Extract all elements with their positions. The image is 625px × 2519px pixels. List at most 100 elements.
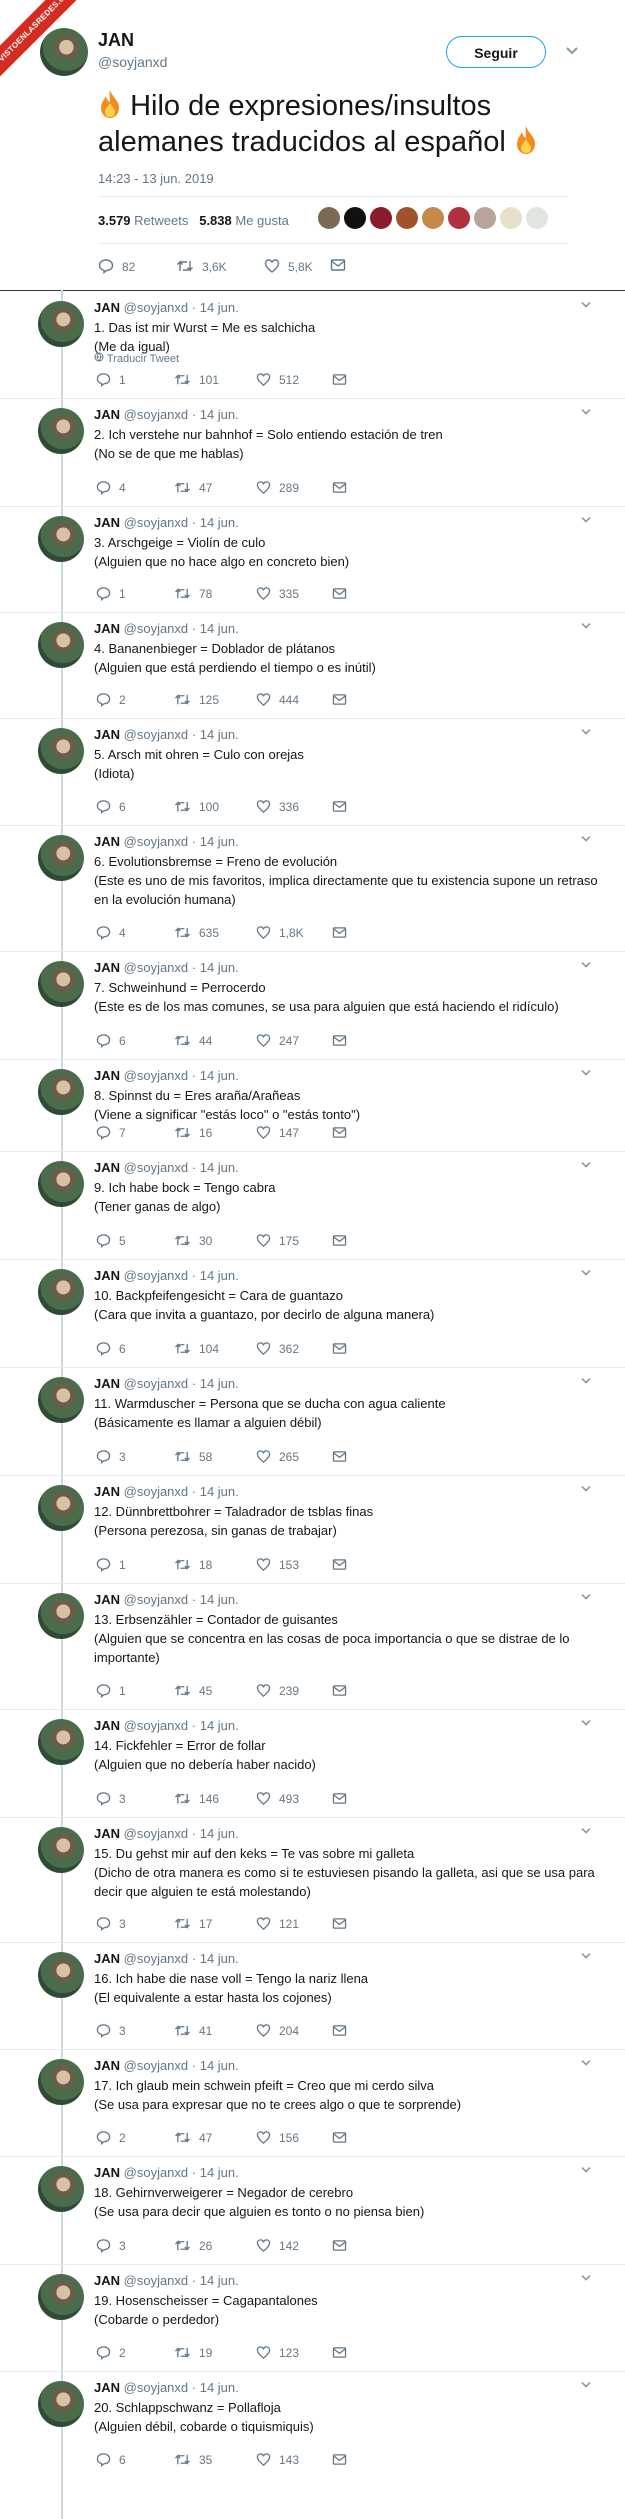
tweet-date[interactable]: · 14 jun.	[192, 1268, 239, 1283]
reply-button[interactable]: 6	[96, 2452, 126, 2467]
reply-button[interactable]: 3	[96, 1449, 126, 1464]
like-button[interactable]: 247	[256, 1033, 299, 1048]
retweets-label[interactable]: Retweets	[134, 213, 188, 228]
thread-tweet[interactable]: JAN @soyjanxd · 14 jun. 12. Dünnbrettboh…	[0, 1475, 625, 1583]
retweet-button[interactable]: 45	[174, 1683, 212, 1698]
author-name[interactable]: JAN	[94, 1160, 120, 1175]
chevron-down-icon[interactable]	[580, 1593, 592, 1601]
author-handle[interactable]: @soyjanxd	[124, 515, 189, 530]
message-button[interactable]	[332, 372, 355, 386]
thread-tweet[interactable]: JAN @soyjanxd · 14 jun. 2. Ich verstehe …	[0, 398, 625, 506]
author-name[interactable]: JAN	[94, 1951, 120, 1966]
author-handle[interactable]: @soyjanxd	[124, 300, 189, 315]
reply-button[interactable]: 1	[96, 372, 126, 387]
author-name[interactable]: JAN	[94, 727, 120, 742]
like-button[interactable]: 265	[256, 1449, 299, 1464]
author-handle[interactable]: @soyjanxd	[124, 2380, 189, 2395]
like-button[interactable]: 335	[256, 586, 299, 601]
author-handle[interactable]: @soyjanxd	[124, 2058, 189, 2073]
chevron-down-icon[interactable]	[580, 1269, 592, 1277]
chevron-down-icon[interactable]	[580, 2381, 592, 2389]
retweet-button[interactable]: 17	[174, 1916, 212, 1931]
retweet-button[interactable]: 58	[174, 1449, 212, 1464]
chevron-down-icon[interactable]	[580, 301, 592, 309]
liker-avatar[interactable]	[474, 207, 496, 229]
retweet-button[interactable]: 47	[174, 2130, 212, 2145]
author-name[interactable]: JAN	[94, 1826, 120, 1841]
author-handle[interactable]: @soyjanxd	[124, 407, 189, 422]
like-button[interactable]: 444	[256, 692, 299, 707]
chevron-down-icon[interactable]	[580, 2166, 592, 2174]
author-handle[interactable]: @soyjanxd	[124, 1592, 189, 1607]
avatar[interactable]	[38, 2166, 84, 2212]
avatar[interactable]	[38, 1069, 84, 1115]
avatar[interactable]	[38, 2274, 84, 2320]
avatar[interactable]	[38, 1269, 84, 1315]
thread-tweet[interactable]: JAN @soyjanxd · 14 jun. 9. Ich habe bock…	[0, 1151, 625, 1259]
retweet-button[interactable]: 47	[174, 480, 212, 495]
message-button[interactable]	[332, 2345, 355, 2359]
message-button[interactable]	[332, 586, 355, 600]
author-name[interactable]: JAN	[94, 1592, 120, 1607]
chevron-down-icon[interactable]	[565, 46, 579, 56]
author-name[interactable]: JAN	[94, 2380, 120, 2395]
chevron-down-icon[interactable]	[580, 622, 592, 630]
message-button[interactable]	[332, 1125, 355, 1139]
avatar[interactable]	[38, 1593, 84, 1639]
tweet-date[interactable]: · 14 jun.	[192, 1068, 239, 1083]
tweet-date[interactable]: · 14 jun.	[192, 2165, 239, 2180]
message-button[interactable]	[332, 2238, 355, 2252]
retweet-button[interactable]: 35	[174, 2452, 212, 2467]
avatar[interactable]	[38, 516, 84, 562]
liker-avatar[interactable]	[422, 207, 444, 229]
reply-button[interactable]: 2	[96, 692, 126, 707]
message-button[interactable]	[332, 2023, 355, 2037]
author-handle[interactable]: @soyjanxd	[124, 960, 189, 975]
reply-button[interactable]: 82	[98, 258, 135, 274]
author-handle[interactable]: @soyjanxd	[124, 1268, 189, 1283]
avatar[interactable]	[38, 961, 84, 1007]
tweet-date[interactable]: · 14 jun.	[192, 1826, 239, 1841]
reply-button[interactable]: 7	[96, 1125, 126, 1140]
liker-avatar[interactable]	[500, 207, 522, 229]
avatar[interactable]	[38, 1827, 84, 1873]
tweet-date[interactable]: · 14 jun.	[192, 1718, 239, 1733]
reply-button[interactable]: 1	[96, 1557, 126, 1572]
thread-tweet[interactable]: JAN @soyjanxd · 14 jun. 10. Backpfeifeng…	[0, 1259, 625, 1367]
message-button[interactable]	[332, 925, 355, 939]
tweet-timestamp[interactable]: 14:23 - 13 jun. 2019	[98, 171, 214, 186]
like-button[interactable]: 175	[256, 1233, 299, 1248]
chevron-down-icon[interactable]	[580, 1485, 592, 1493]
reply-button[interactable]: 5	[96, 1233, 126, 1248]
author-handle[interactable]: @soyjanxd	[124, 2165, 189, 2180]
like-button[interactable]: 147	[256, 1125, 299, 1140]
message-button[interactable]	[332, 480, 355, 494]
author-name[interactable]: JAN	[94, 1068, 120, 1083]
author-handle[interactable]: @soyjanxd	[124, 727, 189, 742]
liker-avatar[interactable]	[526, 207, 548, 229]
author-name[interactable]: JAN	[94, 1484, 120, 1499]
chevron-down-icon[interactable]	[580, 961, 592, 969]
tweet-date[interactable]: · 14 jun.	[192, 1484, 239, 1499]
message-button[interactable]	[332, 1341, 355, 1355]
thread-tweet[interactable]: JAN @soyjanxd · 14 jun. 13. Erbsenzähler…	[0, 1583, 625, 1709]
reply-button[interactable]: 3	[96, 2023, 126, 2038]
author-name[interactable]: JAN	[94, 1268, 120, 1283]
message-button[interactable]	[332, 1233, 355, 1247]
like-button[interactable]: 336	[256, 799, 299, 814]
chevron-down-icon[interactable]	[580, 516, 592, 524]
thread-tweet[interactable]: JAN @soyjanxd · 14 jun. 5. Arsch mit ohr…	[0, 718, 625, 825]
retweet-button[interactable]: 19	[174, 2345, 212, 2360]
like-button[interactable]: 512	[256, 372, 299, 387]
retweet-button[interactable]: 125	[174, 692, 219, 707]
liker-avatar[interactable]	[370, 207, 392, 229]
avatar[interactable]	[40, 28, 88, 76]
retweet-button[interactable]: 16	[174, 1125, 212, 1140]
author-handle[interactable]: @soyjanxd	[124, 1068, 189, 1083]
like-button[interactable]: 5,8K	[264, 258, 313, 274]
liker-avatar[interactable]	[448, 207, 470, 229]
like-button[interactable]: 289	[256, 480, 299, 495]
chevron-down-icon[interactable]	[580, 728, 592, 736]
author-name[interactable]: JAN	[94, 834, 120, 849]
liker-avatar[interactable]	[318, 207, 340, 229]
